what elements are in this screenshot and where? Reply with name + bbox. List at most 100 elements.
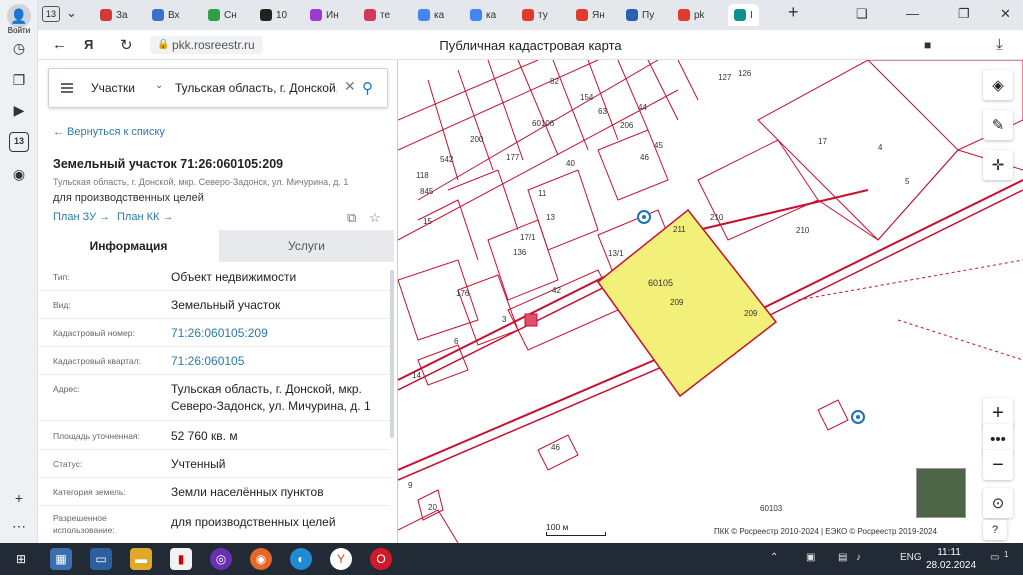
tab-favicon-icon: [208, 9, 220, 21]
history-icon[interactable]: ◷: [9, 38, 29, 58]
minimize-button[interactable]: —: [906, 6, 919, 21]
network-icon[interactable]: ▤: [838, 552, 847, 563]
maximize-button[interactable]: ❐: [958, 6, 970, 22]
browser-tab[interactable]: За: [100, 4, 128, 26]
file-explorer-icon[interactable]: ▬: [130, 548, 152, 570]
map-label: 13: [546, 213, 555, 222]
settings-icon[interactable]: ⋯: [9, 516, 29, 536]
login-label[interactable]: Войти: [2, 26, 36, 35]
browser-tab[interactable]: 10: [260, 4, 287, 26]
map-label: 42: [552, 286, 561, 295]
tab-information[interactable]: Информация: [38, 230, 219, 262]
compass-icon[interactable]: ⊙: [983, 488, 1013, 518]
nvidia-icon[interactable]: ▣: [806, 552, 815, 563]
map-label: 60103: [760, 504, 783, 513]
tabs-counter-icon[interactable]: 13: [9, 132, 29, 152]
calculator-icon[interactable]: ▦: [50, 548, 72, 570]
map-label: 4: [878, 143, 883, 152]
tab-label: 10: [276, 9, 288, 21]
tab-favicon-icon: [100, 9, 112, 21]
windows-start-icon[interactable]: ⊞: [10, 548, 32, 570]
bookmark-icon[interactable]: ■: [924, 38, 931, 52]
browser-tab[interactable]: Пу: [626, 4, 654, 26]
crosshair-icon[interactable]: ✛: [983, 150, 1013, 180]
add-panel-icon[interactable]: +: [9, 488, 29, 508]
browser-tab[interactable]: те: [364, 4, 390, 26]
volume-icon[interactable]: ♪: [856, 552, 861, 563]
yandex-browser-icon[interactable]: Y: [330, 548, 352, 570]
tab-label: Ин: [326, 9, 339, 21]
menu-icon[interactable]: [61, 83, 73, 93]
copy-icon[interactable]: ⧉: [347, 210, 356, 226]
table-row: Разрешенное использование: для производс…: [38, 506, 390, 543]
panel-scrollbar[interactable]: [390, 270, 394, 438]
map-label: 60106: [532, 119, 555, 128]
map-label: 210: [796, 226, 810, 235]
video-icon[interactable]: ▶: [9, 100, 29, 120]
cadastral-map[interactable]: 60106 60105 209 210 210 211 13/1 42 176 …: [398, 60, 1023, 543]
cadastral-quarter-link[interactable]: 71:26:060105: [171, 353, 386, 370]
map-label: 118: [416, 171, 429, 180]
tabs-dropdown-icon[interactable]: ⌄: [66, 5, 77, 21]
ruler-icon[interactable]: ✎: [983, 110, 1013, 140]
zoom-out-button[interactable]: −: [983, 450, 1013, 480]
desktop-icon[interactable]: ▭: [90, 548, 112, 570]
table-row: Площадь уточненная: 52 760 кв. м: [38, 421, 390, 450]
satellite-basemap-thumbnail[interactable]: [916, 468, 966, 518]
browser-tab[interactable]: Вх: [152, 4, 180, 26]
selected-parcel-209[interactable]: [596, 208, 778, 398]
plan-zu-link[interactable]: План ЗУ →: [53, 211, 110, 223]
close-window-button[interactable]: ✕: [1000, 6, 1011, 22]
layers-icon[interactable]: ◈: [983, 70, 1013, 100]
browser-tab[interactable]: ка: [470, 4, 496, 26]
search-input[interactable]: Тульская область, г. Донской,: [175, 81, 337, 95]
notifications-icon[interactable]: ▭: [990, 552, 999, 563]
browser-tab[interactable]: ка: [418, 4, 444, 26]
tab-label: те: [380, 9, 391, 21]
row-value: Земли населённых пунктов: [171, 485, 324, 499]
star-icon[interactable]: ☆: [369, 210, 381, 226]
tab-services[interactable]: Услуги: [219, 230, 394, 262]
map-label: 14: [412, 371, 421, 380]
collections-icon[interactable]: ❐: [9, 70, 29, 90]
browser-tab[interactable]: Сн: [208, 4, 237, 26]
browser-tab[interactable]: pk: [678, 4, 705, 26]
alice-icon[interactable]: ◎: [210, 548, 232, 570]
reader-icon[interactable]: ▮: [170, 548, 192, 570]
tab-favicon-icon: [364, 9, 376, 21]
download-icon[interactable]: ⤓: [996, 36, 1003, 53]
tab-favicon-icon: [310, 9, 322, 21]
tab-favicon-icon: [678, 9, 690, 21]
back-to-list-link[interactable]: ← Вернуться к списку: [53, 126, 165, 138]
reload-icon[interactable]: ↻: [120, 36, 133, 54]
edge-icon[interactable]: ◐: [290, 548, 312, 570]
row-label: Статус:: [53, 459, 83, 469]
clock[interactable]: 11:11 28.02.2024: [926, 546, 976, 572]
browser-tab[interactable]: I: [728, 4, 759, 26]
row-value: Земельный участок: [171, 298, 281, 312]
help-icon[interactable]: ?: [983, 520, 1007, 540]
browser-tab[interactable]: Ян: [576, 4, 605, 26]
profile-avatar[interactable]: 👤: [7, 4, 31, 28]
screenshot-icon[interactable]: ◉: [9, 164, 29, 184]
search-type-select[interactable]: Участки: [91, 81, 135, 95]
bookmarks-icon[interactable]: ❏: [856, 6, 868, 22]
url-field[interactable]: 🔒 pkk.rosreestr.ru: [150, 36, 263, 54]
clear-icon[interactable]: ✕: [344, 78, 356, 95]
cadastral-number-link[interactable]: 71:26:060105:209: [171, 325, 386, 342]
plan-kk-link[interactable]: План КК →: [117, 211, 173, 223]
tray-chevron-icon[interactable]: ⌃: [770, 552, 778, 563]
search-icon[interactable]: ⚲: [362, 79, 373, 97]
opera-icon[interactable]: O: [370, 548, 392, 570]
firefox-icon[interactable]: ◉: [250, 548, 272, 570]
new-tab-button[interactable]: +: [788, 2, 799, 23]
chevron-down-icon[interactable]: ⌄: [155, 80, 163, 91]
browser-tab[interactable]: Ин: [310, 4, 339, 26]
language-indicator[interactable]: ENG: [900, 552, 922, 563]
back-arrow-icon[interactable]: ←: [52, 36, 67, 53]
url-text: pkk.rosreestr.ru: [172, 38, 255, 52]
map-label: 5: [905, 177, 910, 186]
yandex-icon[interactable]: Я: [84, 37, 93, 52]
tab-count-button[interactable]: 13: [42, 6, 60, 22]
browser-tab[interactable]: ту: [522, 4, 548, 26]
